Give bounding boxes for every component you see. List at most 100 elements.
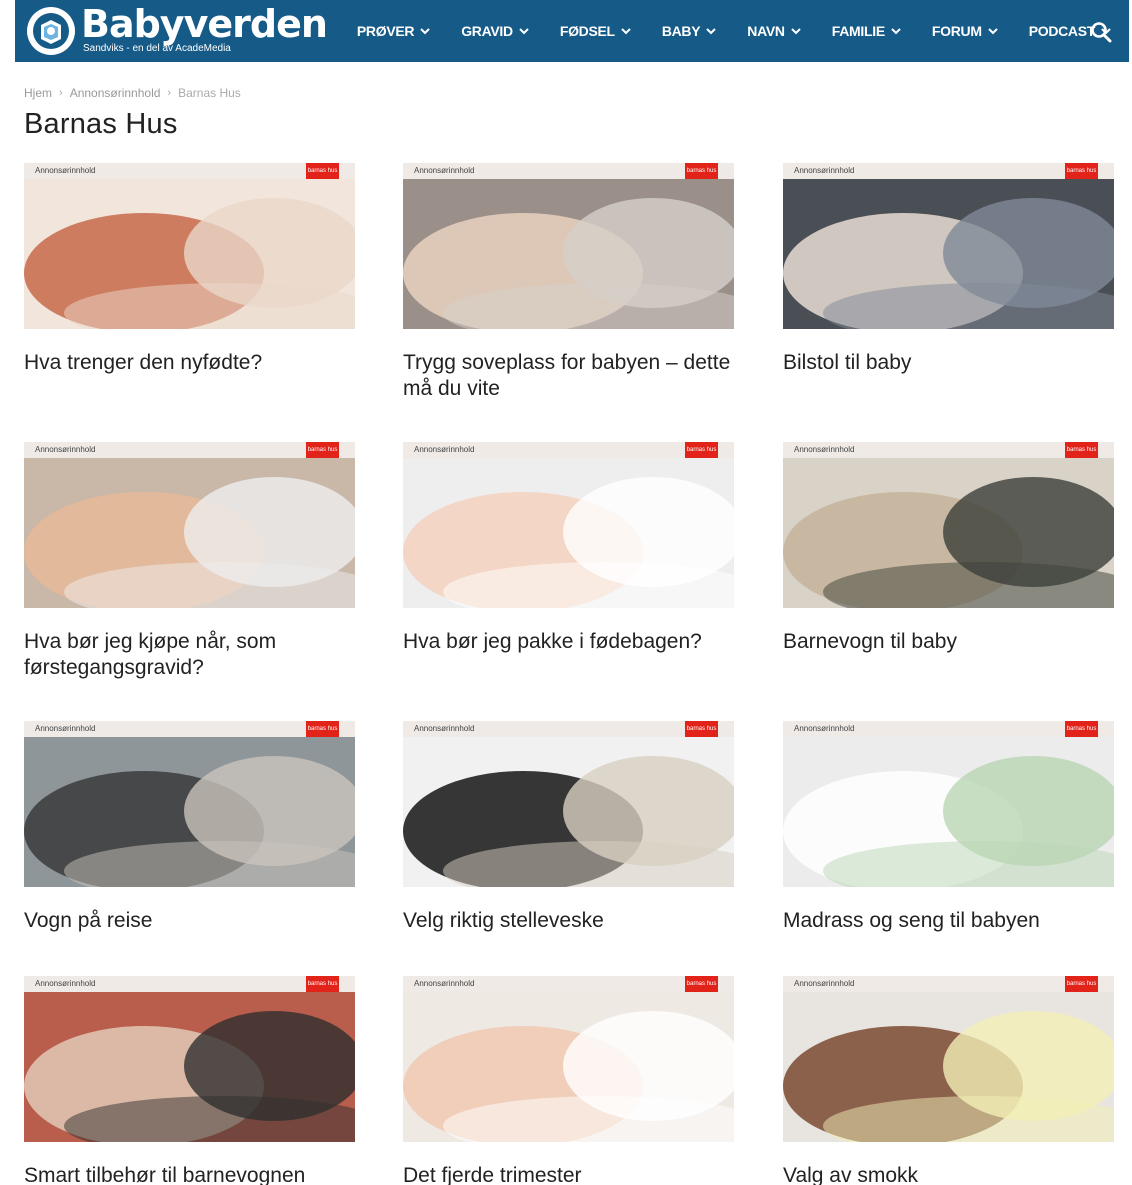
article-photo xyxy=(783,976,1114,1142)
article-card[interactable]: Annonsørinnhold barnas hus Det fjerde trim… xyxy=(403,976,734,1185)
ad-label: Annonsørinnhold xyxy=(794,979,855,988)
article-image[interactable]: Annonsørinnhold barnas hus xyxy=(24,163,355,329)
article-card[interactable]: Annonsørinnhold barnas hus Trygg soveplass… xyxy=(403,163,734,402)
barnas-hus-logo-icon: barnas hus xyxy=(1065,976,1098,992)
nav-item-familie[interactable]: FAMILIE xyxy=(832,23,901,39)
article-title[interactable]: Bilstol til baby xyxy=(783,350,1114,376)
ad-label: Annonsørinnhold xyxy=(35,724,96,733)
brand-badge-text: barnas hus xyxy=(307,447,338,453)
article-title[interactable]: Velg riktig stelleveske xyxy=(403,908,734,934)
article-card[interactable]: Annonsørinnhold barnas hus Vogn på reise xyxy=(24,721,355,934)
brand-badge-text: barnas hus xyxy=(686,447,717,453)
article-card[interactable]: Annonsørinnhold barnas hus Velg riktig ste… xyxy=(403,721,734,934)
nav-item-forum[interactable]: FORUM xyxy=(932,23,998,39)
nav-item-gravid[interactable]: GRAVID xyxy=(461,23,529,39)
ad-label: Annonsørinnhold xyxy=(35,979,96,988)
brand-badge-text: barnas hus xyxy=(686,726,717,732)
article-image[interactable]: Annonsørinnhold barnas hus xyxy=(783,442,1114,608)
article-image[interactable]: Annonsørinnhold barnas hus xyxy=(403,976,734,1142)
search-button[interactable] xyxy=(1090,21,1112,43)
nav-item-label: GRAVID xyxy=(461,23,513,39)
article-card[interactable]: Annonsørinnhold barnas hus Bilstol til bab… xyxy=(783,163,1114,376)
brand-badge-text: barnas hus xyxy=(1066,981,1097,987)
article-card[interactable]: Annonsørinnhold barnas hus Hva trenger den… xyxy=(24,163,355,376)
article-image[interactable]: Annonsørinnhold barnas hus xyxy=(24,721,355,887)
article-title[interactable]: Smart tilbehør til barnevognen xyxy=(24,1163,355,1185)
article-card[interactable]: Annonsørinnhold barnas hus Hva bør jeg pak… xyxy=(403,442,734,655)
article-image[interactable]: Annonsørinnhold barnas hus xyxy=(403,721,734,887)
article-photo xyxy=(783,163,1114,329)
ad-strip: Annonsørinnhold barnas hus xyxy=(783,163,1114,179)
article-card[interactable]: Annonsørinnhold barnas hus Smart tilbehør … xyxy=(24,976,355,1185)
nav-item-label: FAMILIE xyxy=(831,23,885,39)
article-title[interactable]: Valg av smokk xyxy=(783,1163,1114,1185)
breadcrumb-current: Barnas Hus xyxy=(178,86,241,100)
logo-badge-icon xyxy=(27,7,75,55)
article-image[interactable]: Annonsørinnhold barnas hus xyxy=(24,976,355,1142)
article-title[interactable]: Trygg soveplass for babyen – dette må du… xyxy=(403,350,734,402)
chevron-down-icon xyxy=(519,27,529,34)
article-photo xyxy=(24,976,355,1142)
article-image[interactable]: Annonsørinnhold barnas hus xyxy=(24,442,355,608)
breadcrumb-advertiser-content[interactable]: Annonsørinnhold xyxy=(70,86,161,100)
article-photo xyxy=(403,163,734,329)
breadcrumb-home[interactable]: Hjem xyxy=(24,86,52,100)
article-image[interactable]: Annonsørinnhold barnas hus xyxy=(783,721,1114,887)
article-image[interactable]: Annonsørinnhold barnas hus xyxy=(783,163,1114,329)
ad-strip: Annonsørinnhold barnas hus xyxy=(783,442,1114,458)
nav-item-label: NAVN xyxy=(747,23,785,39)
chevron-down-icon xyxy=(791,27,801,34)
ad-strip: Annonsørinnhold barnas hus xyxy=(24,442,355,458)
article-title[interactable]: Vogn på reise xyxy=(24,908,355,934)
ad-strip: Annonsørinnhold barnas hus xyxy=(403,163,734,179)
chevron-down-icon xyxy=(987,27,998,34)
nav-item-fodsel[interactable]: FØDSEL xyxy=(560,23,631,39)
barnas-hus-logo-icon: barnas hus xyxy=(1065,721,1098,737)
article-title[interactable]: Hva bør jeg pakke i fødebagen? xyxy=(403,629,734,655)
barnas-hus-logo-icon: barnas hus xyxy=(685,721,718,737)
barnas-hus-logo-icon: barnas hus xyxy=(306,442,339,458)
barnas-hus-logo-icon: barnas hus xyxy=(685,163,718,179)
ad-label: Annonsørinnhold xyxy=(414,724,475,733)
article-card[interactable]: Annonsørinnhold barnas hus Madrass og seng… xyxy=(783,721,1114,934)
ad-label: Annonsørinnhold xyxy=(794,445,855,454)
ad-strip: Annonsørinnhold barnas hus xyxy=(783,721,1114,737)
nav-item-baby[interactable]: BABY xyxy=(661,23,717,39)
barnas-hus-logo-icon: barnas hus xyxy=(1065,442,1098,458)
page-title: Barnas Hus xyxy=(24,108,178,140)
chevron-right-icon: › xyxy=(59,87,63,99)
article-photo xyxy=(783,442,1114,608)
brand-badge-text: barnas hus xyxy=(1066,726,1097,732)
article-image[interactable]: Annonsørinnhold barnas hus xyxy=(783,976,1114,1142)
nav-item-prover[interactable]: PRØVER xyxy=(357,23,430,39)
article-title[interactable]: Det fjerde trimester xyxy=(403,1163,734,1185)
barnas-hus-logo-icon: barnas hus xyxy=(685,976,718,992)
article-photo xyxy=(403,721,734,887)
article-image[interactable]: Annonsørinnhold barnas hus xyxy=(403,442,734,608)
site-header: Babyverden Sandviks - en del av AcadeMed… xyxy=(15,0,1129,62)
nav-item-label: BABY xyxy=(661,23,701,39)
site-logo[interactable]: Babyverden Sandviks - en del av AcadeMed… xyxy=(27,0,328,62)
ad-label: Annonsørinnhold xyxy=(414,979,475,988)
article-photo xyxy=(24,721,355,887)
ad-label: Annonsørinnhold xyxy=(794,166,855,175)
nav-item-navn[interactable]: NAVN xyxy=(747,23,801,39)
ad-strip: Annonsørinnhold barnas hus xyxy=(403,721,734,737)
ad-strip: Annonsørinnhold barnas hus xyxy=(403,442,734,458)
article-title[interactable]: Barnevogn til baby xyxy=(783,629,1114,655)
chevron-down-icon xyxy=(621,27,631,34)
brand-badge-text: barnas hus xyxy=(307,981,338,987)
article-card[interactable]: Annonsørinnhold barnas hus Valg av smokk xyxy=(783,976,1114,1185)
article-title[interactable]: Madrass og seng til babyen xyxy=(783,908,1114,934)
ad-strip: Annonsørinnhold barnas hus xyxy=(403,976,734,992)
brand-badge-text: barnas hus xyxy=(307,168,338,174)
article-card[interactable]: Annonsørinnhold barnas hus Barnevogn til b… xyxy=(783,442,1114,655)
article-card[interactable]: Annonsørinnhold barnas hus Hva bør jeg kjø… xyxy=(24,442,355,681)
article-title[interactable]: Hva bør jeg kjøpe når, som førstegangsgr… xyxy=(24,629,355,681)
nav-item-label: FØDSEL xyxy=(559,23,615,39)
ad-label: Annonsørinnhold xyxy=(35,166,96,175)
barnas-hus-logo-icon: barnas hus xyxy=(306,163,339,179)
article-title[interactable]: Hva trenger den nyfødte? xyxy=(24,350,355,376)
ad-label: Annonsørinnhold xyxy=(414,445,475,454)
article-image[interactable]: Annonsørinnhold barnas hus xyxy=(403,163,734,329)
